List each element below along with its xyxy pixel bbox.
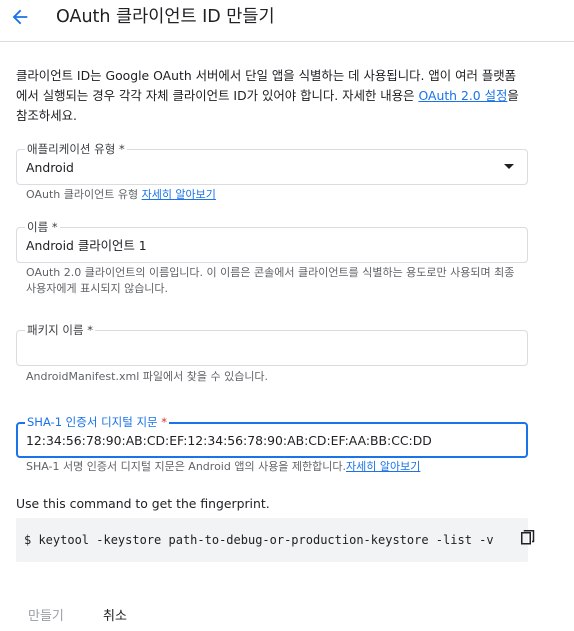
sha1-hint-text: SHA-1 서명 인증서 디지털 지문은 Android 앱의 사용을 제한합니… <box>26 460 347 473</box>
name-hint: OAuth 2.0 클라이언트의 이름입니다. 이 이름은 콘솔에서 클라이언트… <box>26 266 515 295</box>
name-field[interactable]: 이름 * Android 클라이언트 1 <box>16 219 528 263</box>
application-type-hint-text: OAuth 클라이언트 유형 <box>26 188 142 201</box>
package-name-hint: AndroidManifest.xml 파일에서 찾을 수 있습니다. <box>26 370 269 383</box>
command-code: $ keytool -keystore path-to-debug-or-pro… <box>24 533 494 547</box>
name-value: Android 클라이언트 1 <box>26 238 147 253</box>
application-type-value: Android <box>26 160 74 175</box>
package-name-label: 패키지 이름 * <box>25 322 95 338</box>
page-title: OAuth 클라이언트 ID 만들기 <box>56 7 275 27</box>
copy-icon[interactable] <box>521 530 535 546</box>
create-button[interactable]: 만들기 <box>24 604 68 628</box>
sha1-label-text: SHA-1 인증서 디지털 지문 <box>27 415 158 429</box>
package-name-field[interactable]: 패키지 이름 * <box>16 322 528 366</box>
application-type-label: 애플리케이션 유형 * <box>25 141 127 157</box>
application-type-hint: OAuth 클라이언트 유형 자세히 알아보기 <box>26 187 516 203</box>
dropdown-arrow-icon <box>504 164 514 169</box>
back-arrow-icon[interactable] <box>9 6 31 28</box>
intro-text: 클라이언트 ID는 Google OAuth 서버에서 단일 앱을 식별하는 데… <box>16 66 524 126</box>
command-label: Use this command to get the fingerprint. <box>16 496 270 511</box>
sha1-learn-more-link[interactable]: 자세히 알아보기 <box>346 460 420 473</box>
command-code-block: $ keytool -keystore path-to-debug-or-pro… <box>16 518 535 562</box>
sha1-fingerprint-field[interactable]: SHA-1 인증서 디지털 지문 * 12:34:56:78:90:AB:CD:… <box>16 414 528 458</box>
sha1-label: SHA-1 인증서 디지털 지문 * <box>25 414 170 430</box>
sha1-value: 12:34:56:78:90:AB:CD:EF:12:34:56:78:90:A… <box>26 433 432 448</box>
application-type-learn-more-link[interactable]: 자세히 알아보기 <box>142 188 216 201</box>
application-type-select[interactable]: 애플리케이션 유형 * Android <box>16 141 528 185</box>
oauth-settings-link[interactable]: OAuth 2.0 설정 <box>418 88 507 103</box>
required-marker: * <box>161 415 168 429</box>
sha1-hint: SHA-1 서명 인증서 디지털 지문은 Android 앱의 사용을 제한합니… <box>26 459 516 475</box>
page-header: OAuth 클라이언트 ID 만들기 <box>0 0 574 42</box>
cancel-button[interactable]: 취소 <box>99 604 131 628</box>
name-label: 이름 * <box>25 219 60 235</box>
